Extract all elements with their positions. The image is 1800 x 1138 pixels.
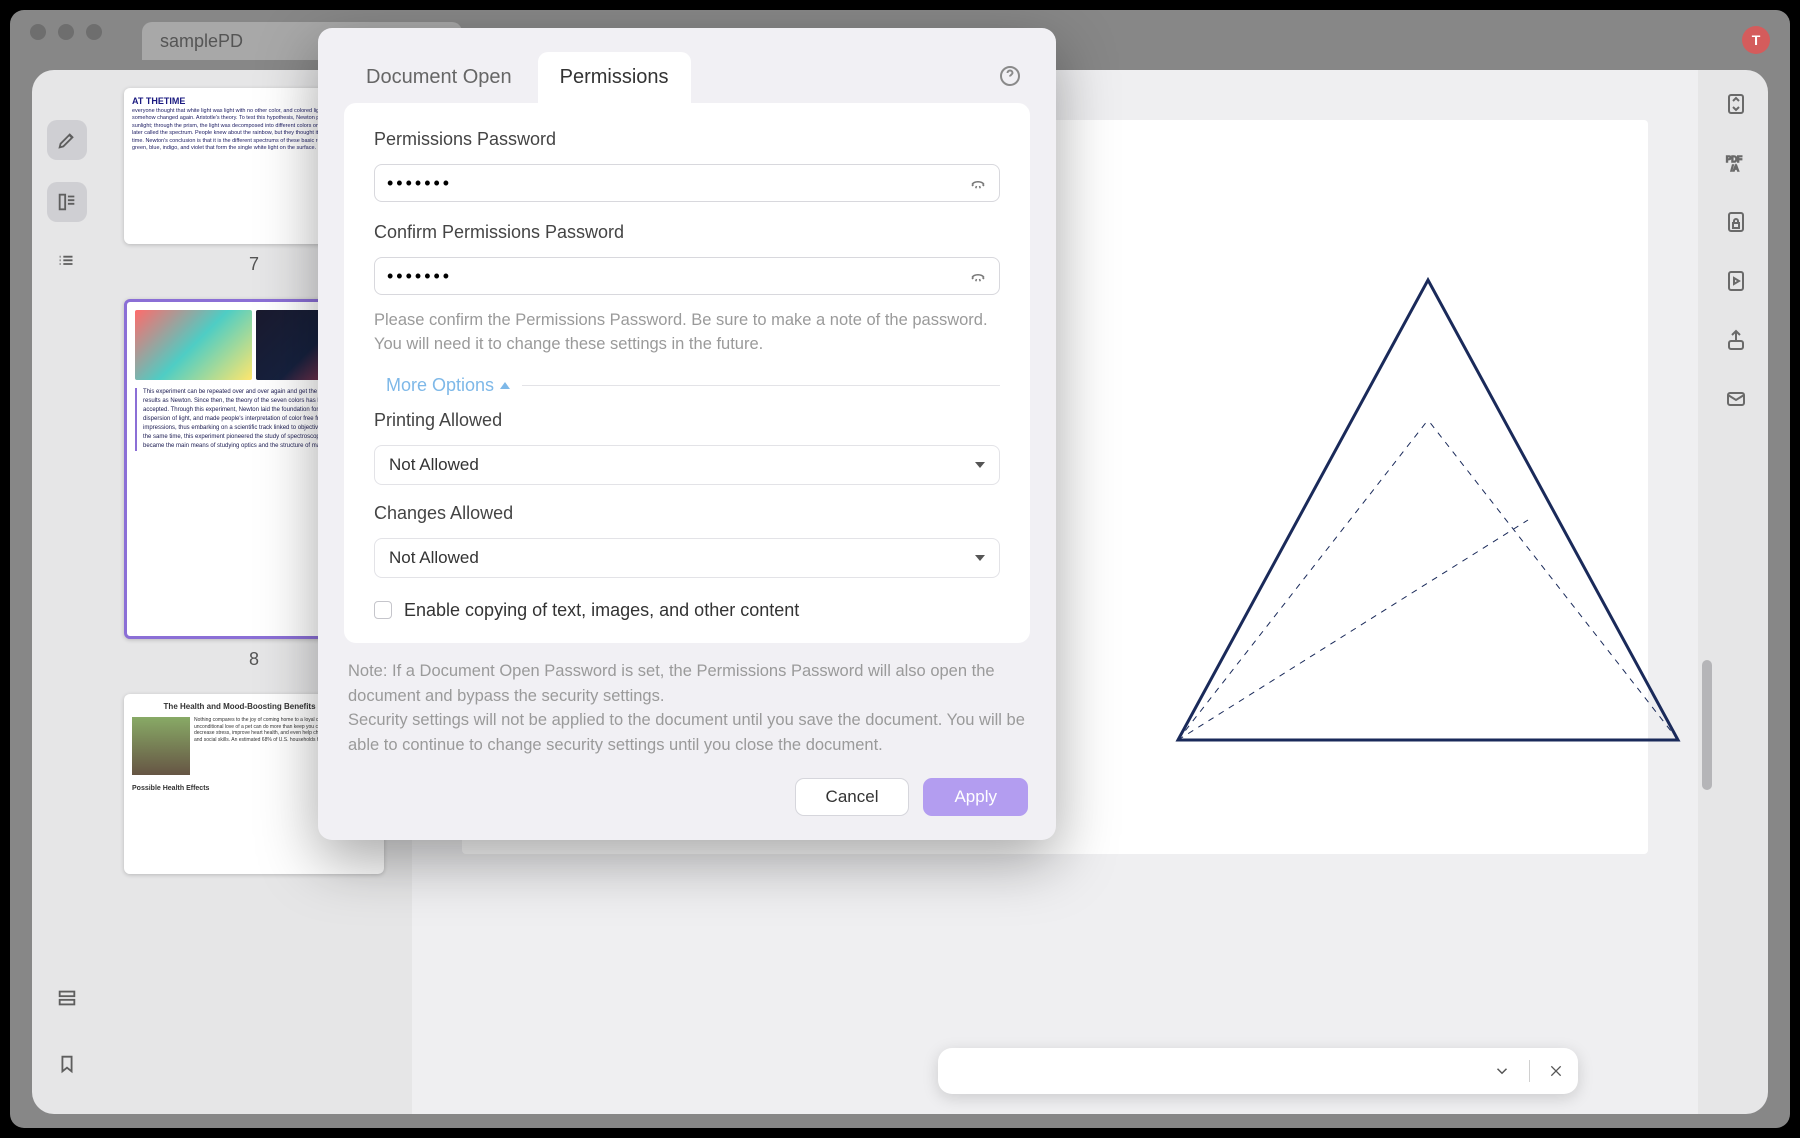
share-icon[interactable] [1724,328,1748,357]
toggle-visibility-icon-2[interactable] [969,267,987,285]
caret-down-icon-2 [975,555,985,561]
toggle-visibility-icon[interactable] [969,174,987,192]
changes-allowed-value: Not Allowed [389,548,479,568]
more-options-toggle[interactable]: More Options [374,375,510,396]
right-toolbar: PDF/A [1716,92,1756,416]
thumbnail-panel-toggle[interactable] [47,182,87,222]
caret-down-icon [975,462,985,468]
minimize-window-button[interactable] [58,24,74,40]
prism-figure [1078,220,1698,780]
dialog-buttons: Cancel Apply [318,758,1056,840]
confirm-password-input[interactable] [387,266,955,287]
divider-line [522,385,1000,386]
changes-allowed-label: Changes Allowed [374,503,1000,524]
permissions-panel: Permissions Password Confirm Permissions… [344,103,1030,643]
document-tab-title: samplePD [160,31,243,52]
more-options-label: More Options [386,375,494,396]
permissions-password-input-wrap [374,164,1000,202]
lock-document-icon[interactable] [1724,210,1748,239]
highlighter-tool[interactable] [47,120,87,160]
note-line-1: Note: If a Document Open Password is set… [348,659,1026,709]
confirm-password-input-wrap [374,257,1000,295]
toolbar-divider [1529,1060,1530,1082]
maximize-window-button[interactable] [86,24,102,40]
confirm-password-label: Confirm Permissions Password [374,222,1000,243]
convert-icon[interactable] [1724,92,1748,121]
pdfa-icon[interactable]: PDF/A [1724,151,1748,180]
avatar-initial: T [1752,32,1761,48]
tab-document-open[interactable]: Document Open [344,52,534,103]
thumb9-image [132,717,190,775]
window-controls [30,24,102,40]
close-toolbar-icon[interactable] [1548,1063,1564,1079]
confirm-helper-text: Please confirm the Permissions Password.… [374,309,1000,357]
tab-permissions[interactable]: Permissions [538,52,691,103]
bookmark-icon[interactable] [47,1044,87,1084]
floating-toolbar [938,1048,1578,1094]
security-note: Note: If a Document Open Password is set… [318,643,1056,758]
vertical-scrollbar[interactable] [1702,660,1712,790]
permissions-password-input[interactable] [387,173,955,194]
printing-allowed-value: Not Allowed [389,455,479,475]
thumb8-image-1 [135,310,252,380]
apply-button[interactable]: Apply [923,778,1028,816]
right-toolbar-bottom [1716,972,1756,1086]
security-settings-dialog: Document Open Permissions Permissions Pa… [318,28,1056,840]
user-avatar[interactable]: T [1742,26,1770,54]
triangle-up-icon [500,382,510,389]
form-fields-icon[interactable] [47,978,87,1018]
play-document-icon[interactable] [1724,269,1748,298]
cancel-button[interactable]: Cancel [795,778,910,816]
enable-copy-label: Enable copying of text, images, and othe… [404,600,799,621]
enable-copy-row: Enable copying of text, images, and othe… [374,600,1000,621]
printing-allowed-select[interactable]: Not Allowed [374,445,1000,485]
svg-text:PDF: PDF [1726,155,1742,164]
changes-allowed-select[interactable]: Not Allowed [374,538,1000,578]
dialog-tabs: Document Open Permissions [318,28,1056,103]
help-icon[interactable] [998,64,1022,88]
outline-tool[interactable] [47,244,87,284]
note-line-2: Security settings will not be applied to… [348,708,1026,758]
close-window-button[interactable] [30,24,46,40]
printing-allowed-label: Printing Allowed [374,410,1000,431]
mail-icon[interactable] [1724,387,1748,416]
enable-copy-checkbox[interactable] [374,601,392,619]
left-toolbar [42,120,92,306]
permissions-password-label: Permissions Password [374,129,1000,150]
svg-text:/A: /A [1731,164,1739,173]
dropdown-chevron-icon[interactable] [1493,1062,1511,1080]
